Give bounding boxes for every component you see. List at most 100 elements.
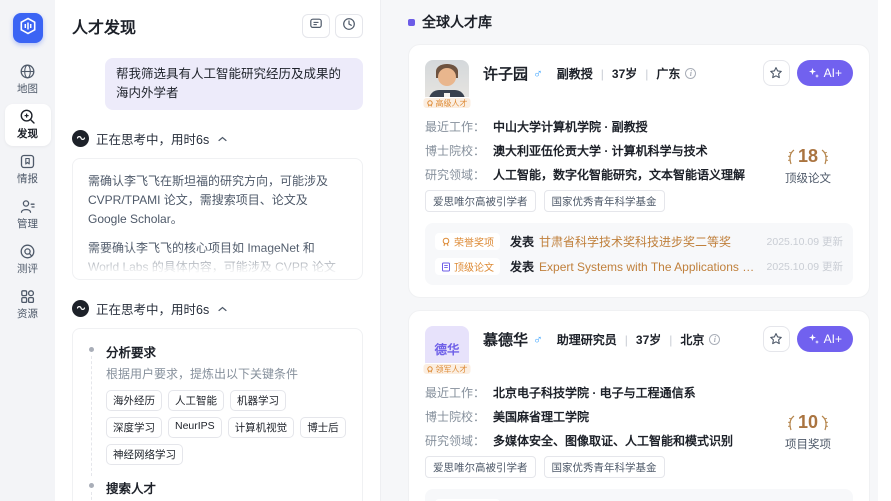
title-bullet xyxy=(408,19,415,26)
sidebar-item-label: 管理 xyxy=(17,216,38,231)
assess-icon xyxy=(19,243,36,260)
row-label: 最近工作： xyxy=(425,118,485,135)
app-logo[interactable] xyxy=(13,13,43,43)
history-button[interactable] xyxy=(335,14,363,38)
separator: | xyxy=(601,67,604,81)
sidebar-item-label: 资源 xyxy=(17,306,38,321)
sidebar-item-manage[interactable]: 管理 xyxy=(5,194,51,236)
discover-icon xyxy=(19,108,36,125)
male-icon: ♂ xyxy=(533,66,543,81)
chevron-up-icon[interactable] xyxy=(218,129,227,147)
update-row[interactable]: 顶级论文 发表 Expert Systems with The Applicat… xyxy=(435,254,843,279)
honor-tag: 国家优秀青年科学基金 xyxy=(544,456,665,478)
keyword-tag: 机器学习 xyxy=(230,390,286,411)
update-link[interactable]: Expert Systems with The Applications new… xyxy=(539,258,757,275)
star-icon xyxy=(769,66,783,80)
message-icon xyxy=(309,17,323,36)
medal-icon xyxy=(427,100,434,107)
paper-icon xyxy=(441,262,451,272)
scrollbar-track[interactable] xyxy=(878,0,891,501)
user-message-bubble: 帮我筛选具有人工智能研究经历及成果的海内外学者 xyxy=(105,58,363,110)
rail-nav: 地图 发现 情报 管理 测评 资源 xyxy=(5,59,51,326)
chat-header: 人才发现 xyxy=(72,14,363,38)
separator: | xyxy=(625,333,628,347)
updates-box: 荣誉奖项 发表 Expert Systems with The Applicat… xyxy=(425,489,853,501)
thinking-status-text: 正在思考中，用时6s xyxy=(96,299,209,318)
sidebar-item-intel[interactable]: 情报 xyxy=(5,149,51,191)
chevron-up-icon[interactable] xyxy=(218,299,227,317)
sidebar-item-label: 发现 xyxy=(17,126,38,141)
ai-plus-button[interactable]: AI+ xyxy=(797,326,853,352)
update-link[interactable]: 甘肃省科学技术奖科技进步奖二等奖 xyxy=(539,233,757,250)
row-value: 中山大学计算机学院 · 副教授 xyxy=(493,118,648,135)
info-row-job: 最近工作： 北京电子科技学院 · 电子与工程通信系 xyxy=(425,384,763,401)
chat-panel: 人才发现 帮我筛选具有人工智能研究经历及成果的海内外学者 正在思考中，用时6s … xyxy=(55,0,381,501)
talent-card-1[interactable]: 高级人才 许子园 ♂ 副教授 | 37岁 | 广东 i xyxy=(408,44,870,298)
update-badge-label: 顶级论文 xyxy=(454,259,494,274)
favorite-button[interactable] xyxy=(763,60,790,86)
sidebar-item-discover[interactable]: 发现 xyxy=(5,104,51,146)
male-icon: ♂ xyxy=(533,332,543,347)
row-label: 博士院校： xyxy=(425,408,485,425)
row-label: 最近工作： xyxy=(425,384,485,401)
row-label: 研究领域： xyxy=(425,432,485,449)
sidebar-item-assess[interactable]: 测评 xyxy=(5,239,51,281)
sparkle-icon xyxy=(808,333,820,345)
talent-card-2[interactable]: 德华 领军人才 慕德华 ♂ 助理研究员 | 37岁 | xyxy=(408,310,870,501)
person-name[interactable]: 慕德华 xyxy=(483,329,528,350)
update-prefix: 发表 xyxy=(510,233,534,250)
medal-icon xyxy=(427,366,434,373)
info-row-job: 最近工作： 中山大学计算机学院 · 副教授 xyxy=(425,118,763,135)
stat-value: 10 xyxy=(798,412,818,433)
new-chat-button[interactable] xyxy=(302,14,330,38)
intel-icon xyxy=(19,153,36,170)
info-row-phd: 博士院校： 澳大利亚伍伦贡大学 · 计算机科学与技术 xyxy=(425,142,763,159)
update-date: 2025.10.09 更新 xyxy=(767,259,843,274)
manage-icon xyxy=(19,198,36,215)
person-location: 北京 xyxy=(680,331,704,348)
clock-icon xyxy=(342,17,356,36)
step-title: 搜索人才 xyxy=(106,478,347,497)
stat-value: 18 xyxy=(798,146,818,167)
sidebar-item-map[interactable]: 地图 xyxy=(5,59,51,101)
stat-block: 10 项目奖项 xyxy=(763,386,853,478)
honor-tag: 爱思唯尔高被引学者 xyxy=(425,456,536,478)
person-name[interactable]: 许子园 xyxy=(483,63,528,84)
thinking-status-text: 正在思考中，用时6s xyxy=(96,129,209,148)
sidebar-item-resource[interactable]: 资源 xyxy=(5,284,51,326)
keyword-tag: 计算机视觉 xyxy=(228,417,295,438)
results-title: 全球人才库 xyxy=(422,12,492,32)
row-value: 美国麻省理工学院 xyxy=(493,408,589,425)
stat-label: 项目奖项 xyxy=(785,436,831,452)
star-icon xyxy=(769,332,783,346)
info-icon[interactable]: i xyxy=(685,68,696,79)
info-icon[interactable]: i xyxy=(709,334,720,345)
keyword-tag: 博士后 xyxy=(300,417,346,438)
honor-tag: 国家优秀青年科学基金 xyxy=(544,190,665,212)
fade-overlay xyxy=(74,248,361,278)
step-bullet xyxy=(89,347,94,352)
update-badge: 顶级论文 xyxy=(435,258,500,275)
resource-icon xyxy=(19,288,36,305)
update-row[interactable]: 荣誉奖项 发表 甘肃省科学技术奖科技进步奖二等奖 2025.10.09 更新 xyxy=(435,229,843,254)
ai-plus-button[interactable]: AI+ xyxy=(797,60,853,86)
talent-level-badge: 领军人才 xyxy=(423,363,472,375)
app-logo-icon xyxy=(19,17,37,40)
globe-icon xyxy=(19,63,36,80)
person-location: 广东 xyxy=(656,65,680,82)
results-panel: 全球人才库 高级人才 许子园 ♂ xyxy=(381,0,891,501)
keyword-tag: 深度学习 xyxy=(106,417,162,438)
row-value: 多媒体安全、图像取证、人工智能和模式识别 xyxy=(493,432,733,449)
talent-level-text: 领军人才 xyxy=(436,364,468,375)
thinking-status-row-1[interactable]: 正在思考中，用时6s xyxy=(72,129,363,148)
thinking-status-row-2[interactable]: 正在思考中，用时6s xyxy=(72,299,363,318)
keyword-tag: 人工智能 xyxy=(168,390,224,411)
talent-level-badge: 高级人才 xyxy=(423,97,472,109)
app-window: 地图 发现 情报 管理 测评 资源 xyxy=(0,0,891,501)
separator: | xyxy=(669,333,672,347)
honor-tags: 爱思唯尔高被引学者 国家优秀青年科学基金 xyxy=(425,190,763,212)
results-header: 全球人才库 xyxy=(408,12,870,32)
update-badge-label: 荣誉奖项 xyxy=(454,234,494,249)
update-row[interactable]: 荣誉奖项 发表 Expert Systems with The Applicat… xyxy=(435,495,843,501)
favorite-button[interactable] xyxy=(763,326,790,352)
